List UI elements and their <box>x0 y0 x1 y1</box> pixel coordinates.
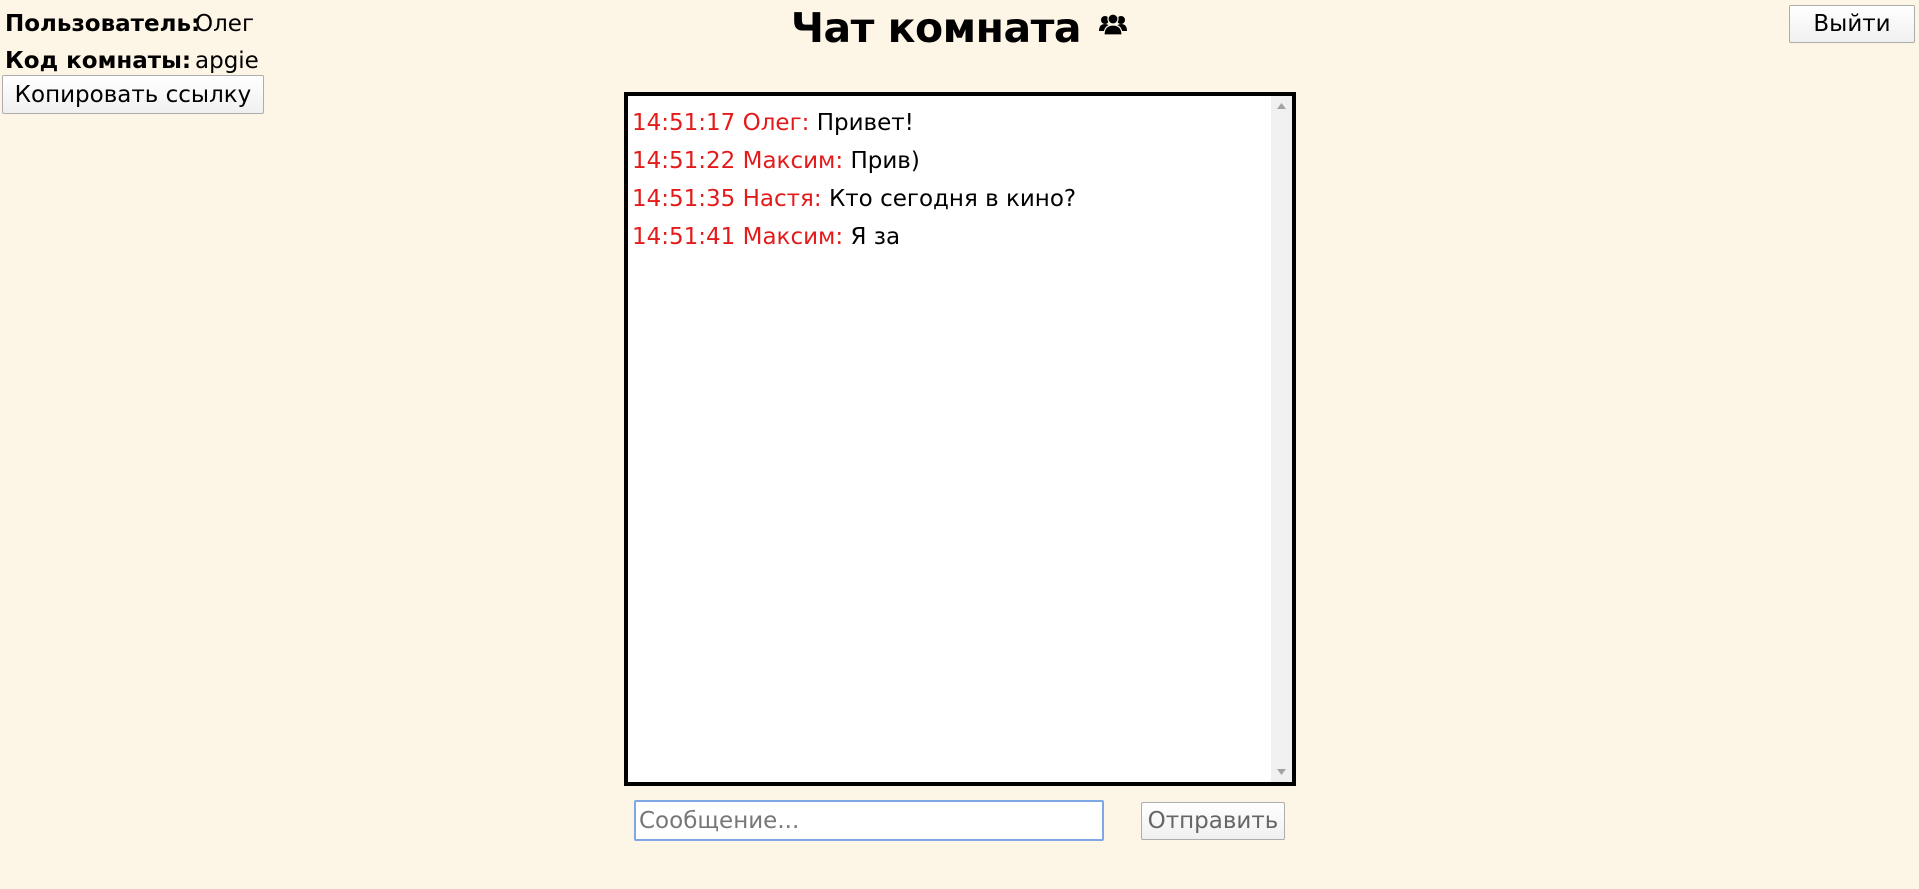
message-text: Прив) <box>850 148 920 174</box>
exit-button[interactable]: Выйти <box>1789 5 1915 43</box>
message-text: Кто сегодня в кино? <box>828 186 1077 212</box>
message-meta: 14:51:35 Настя: <box>632 186 822 212</box>
message: 14:51:22 Максим: Прив) <box>632 142 1270 180</box>
message-meta: 14:51:41 Максим: <box>632 224 844 250</box>
send-button[interactable]: Отправить <box>1141 802 1285 840</box>
message: 14:51:17 Олег: Привет! <box>632 104 1270 142</box>
message-list: 14:51:17 Олег: Привет! 14:51:22 Максим: … <box>628 104 1270 782</box>
message: 14:51:35 Настя: Кто сегодня в кино? <box>632 180 1270 218</box>
scroll-down-arrow-icon[interactable] <box>1271 762 1292 782</box>
scrollbar[interactable] <box>1271 96 1292 782</box>
message-text: Привет! <box>816 110 914 136</box>
chat-messages-box[interactable]: 14:51:17 Олег: Привет! 14:51:22 Максим: … <box>624 92 1296 786</box>
message-meta: 14:51:22 Максим: <box>632 148 844 174</box>
page-title: Чат комната <box>0 4 1919 52</box>
message-meta: 14:51:17 Олег: <box>632 110 810 136</box>
page-title-text: Чат комната <box>790 4 1082 52</box>
message-text: Я за <box>850 224 901 250</box>
message: 14:51:41 Максим: Я за <box>632 218 1270 256</box>
scroll-up-arrow-icon[interactable] <box>1271 96 1292 116</box>
users-icon <box>1098 12 1128 40</box>
message-input[interactable] <box>634 800 1104 841</box>
copy-link-button[interactable]: Копировать ссылку <box>2 75 264 114</box>
